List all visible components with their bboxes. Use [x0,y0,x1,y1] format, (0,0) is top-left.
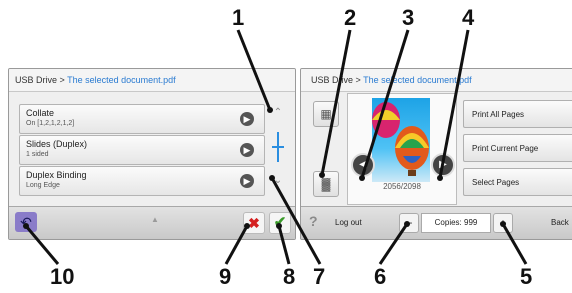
bottom-bar: ? Log out − Copies: 999 + Back [301,206,572,239]
callout-6: 6 [374,264,387,289]
drawer-handle-icon[interactable]: ▲ [147,215,163,225]
page-preview: 2056/2098 [347,93,457,205]
scroll-up-icon[interactable]: ⌃ [271,107,285,119]
list-item-slides-duplex[interactable]: Slides (Duplex) 1 sided ▶ [19,135,265,165]
list-item-collate[interactable]: Collate On [1,2,1,2,1,2] ▶ [19,104,265,134]
balloon-image [372,102,429,176]
list-item-duplex-binding[interactable]: Duplex Binding Long Edge ▶ [19,166,265,196]
callout-7: 7 [313,264,326,289]
scrollbar[interactable]: ⌃ ⌄ [269,107,287,189]
list-item-title: Slides (Duplex) [26,139,88,149]
settings-list: Collate On [1,2,1,2,1,2] ▶ Slides (Duple… [19,104,265,197]
callout-4: 4 [462,5,475,30]
page-counter: 2056/2098 [383,182,421,191]
callout-1: 1 [232,5,245,30]
next-page-icon[interactable]: ▶ [431,153,455,177]
increase-copies-button[interactable]: + [493,213,513,233]
logout-button[interactable]: Log out [335,218,362,227]
list-item-subtitle: Long Edge [26,182,60,189]
callout-2: 2 [344,5,357,30]
callout-9: 9 [219,264,232,289]
thumbnail-view-icon[interactable]: ▦ [313,101,339,127]
print-current-page-button[interactable]: Print Current Page [463,134,572,162]
help-icon[interactable]: ? [309,213,318,229]
cancel-x-icon[interactable]: ✖ [243,212,265,234]
scroll-thumb[interactable] [272,132,284,162]
callout-5: 5 [520,264,533,289]
trash-icon[interactable]: ▓ [313,171,339,197]
document-thumbnail [372,98,430,182]
callout-10: 10 [50,264,75,289]
checkmark-icon[interactable]: ✔ [269,212,291,234]
print-all-pages-button[interactable]: Print All Pages [463,100,572,128]
breadcrumb-link[interactable]: The selected document.pdf [363,75,472,85]
select-pages-button[interactable]: Select Pages [463,168,572,196]
print-preview-panel: USB Drive > The selected document.pdf ▦ … [300,68,572,240]
breadcrumb: USB Drive > The selected document.pdf [9,69,295,92]
list-item-title: Collate [26,108,55,118]
list-item-subtitle: 1 sided [26,151,49,158]
breadcrumb: USB Drive > The selected document.pdf [301,69,572,92]
callout-8: 8 [283,264,296,289]
breadcrumb-prefix: USB Drive > [15,75,68,85]
callout-3: 3 [402,5,415,30]
breadcrumb-prefix: USB Drive > [311,75,364,85]
arrow-right-icon[interactable]: ▶ [240,112,254,126]
list-item-title: Duplex Binding [26,170,87,180]
arrow-right-icon[interactable]: ▶ [240,174,254,188]
copies-field[interactable]: Copies: 999 [421,213,491,233]
back-button[interactable]: Back [551,218,569,227]
decrease-copies-button[interactable]: − [399,213,419,233]
settings-panel: USB Drive > The selected document.pdf Co… [8,68,296,240]
scroll-down-icon[interactable]: ⌄ [271,175,285,187]
arrow-right-icon[interactable]: ▶ [240,143,254,157]
previous-page-icon[interactable]: ◀ [351,153,375,177]
back-arrow-icon[interactable]: ↶ [15,212,37,232]
list-item-subtitle: On [1,2,1,2,1,2] [26,120,75,127]
bottom-bar: ↶ ▲ ✖ ✔ [9,206,295,239]
breadcrumb-link[interactable]: The selected document.pdf [67,75,176,85]
